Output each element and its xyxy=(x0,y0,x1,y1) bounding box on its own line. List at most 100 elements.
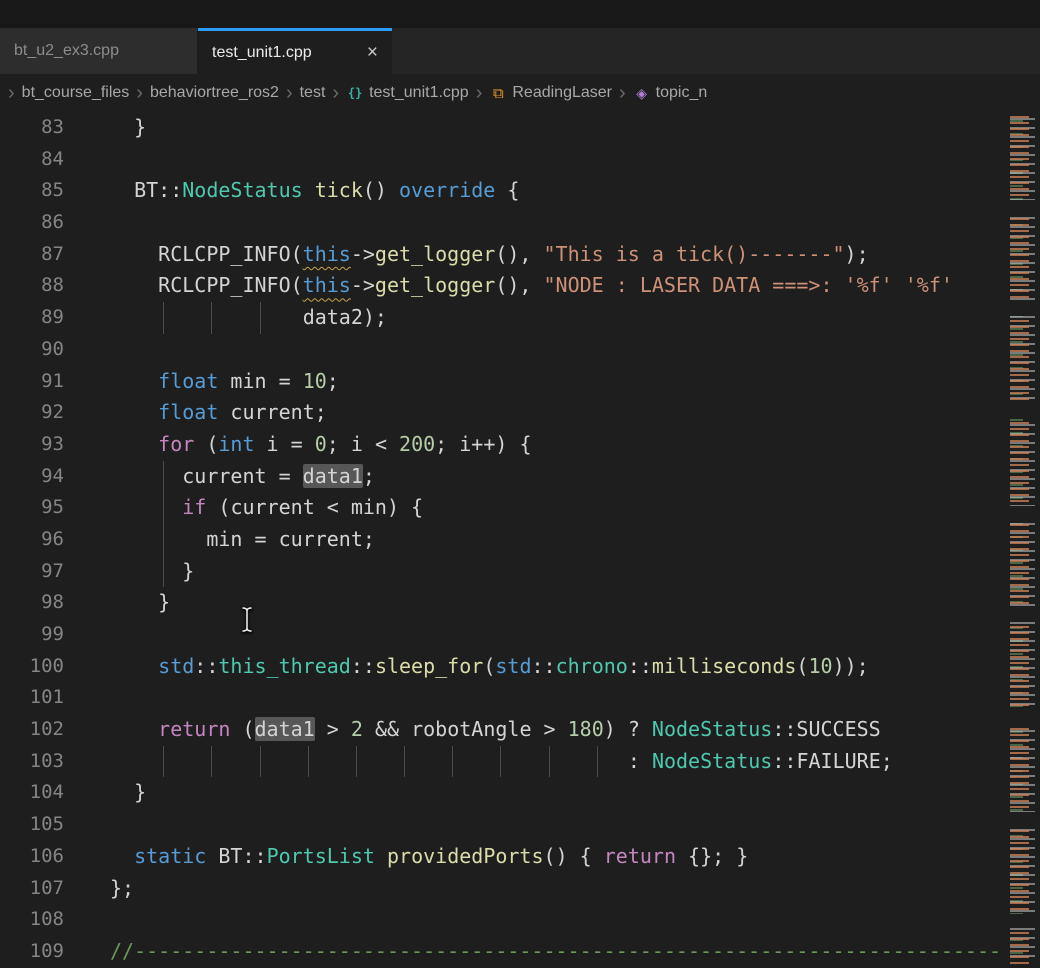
breadcrumb-item[interactable]: test xyxy=(300,84,326,102)
code-line[interactable]: 98 } xyxy=(0,587,1040,619)
breadcrumb-item[interactable]: test_unit1.cpp xyxy=(369,84,469,102)
code-text[interactable]: RCLCPP_INFO(this->get_logger(), "NODE : … xyxy=(64,270,953,302)
code-text[interactable]: } xyxy=(64,112,146,144)
code-token: ; xyxy=(363,464,375,488)
line-number[interactable]: 90 xyxy=(0,334,64,366)
code-text[interactable] xyxy=(64,334,110,366)
code-line[interactable]: 84 xyxy=(0,144,1040,176)
code-line[interactable]: 97 │ } xyxy=(0,556,1040,588)
code-line[interactable]: 93 for (int i = 0; i < 200; i++) { xyxy=(0,429,1040,461)
code-token: PortsList xyxy=(267,844,375,868)
code-text[interactable] xyxy=(64,682,110,714)
code-text[interactable] xyxy=(64,904,110,936)
code-token: milliseconds xyxy=(652,654,797,678)
code-text[interactable]: │ if (current < min) { xyxy=(64,492,423,524)
code-line[interactable]: 88 RCLCPP_INFO(this->get_logger(), "NODE… xyxy=(0,270,1040,302)
line-number[interactable]: 99 xyxy=(0,619,64,651)
line-number[interactable]: 98 xyxy=(0,587,64,619)
line-number[interactable]: 108 xyxy=(0,904,64,936)
line-number[interactable]: 104 xyxy=(0,777,64,809)
tab-test_unit1-cpp[interactable]: test_unit1.cpp × xyxy=(198,28,392,74)
code-token: > xyxy=(315,717,351,741)
close-icon[interactable]: × xyxy=(367,43,378,62)
code-line[interactable]: 103 │ │ │ │ │ │ │ │ │ │ : NodeStatus::FA… xyxy=(0,746,1040,778)
code-text[interactable]: for (int i = 0; i < 200; i++) { xyxy=(64,429,531,461)
line-number[interactable]: 84 xyxy=(0,144,64,176)
line-number[interactable]: 86 xyxy=(0,207,64,239)
code-line[interactable]: 90 xyxy=(0,334,1040,366)
line-number[interactable]: 88 xyxy=(0,270,64,302)
code-text[interactable]: } xyxy=(64,587,170,619)
code-text[interactable] xyxy=(64,144,110,176)
code-text[interactable]: static BT::PortsList providedPorts() { r… xyxy=(64,841,748,873)
line-number[interactable]: 85 xyxy=(0,175,64,207)
code-text[interactable]: RCLCPP_INFO(this->get_logger(), "This is… xyxy=(64,239,869,271)
code-line[interactable]: 106 static BT::PortsList providedPorts()… xyxy=(0,841,1040,873)
line-number[interactable]: 91 xyxy=(0,366,64,398)
code-line[interactable]: 108 xyxy=(0,904,1040,936)
line-number[interactable]: 105 xyxy=(0,809,64,841)
code-token xyxy=(267,749,303,773)
line-number[interactable]: 97 xyxy=(0,556,64,588)
tab-bar: bt_u2_ex3.cpp test_unit1.cpp × xyxy=(0,28,1040,74)
code-text[interactable] xyxy=(64,619,110,651)
code-text[interactable]: } xyxy=(64,777,146,809)
code-line[interactable]: 105 xyxy=(0,809,1040,841)
code-text[interactable]: std::this_thread::sleep_for(std::chrono:… xyxy=(64,651,869,683)
breadcrumb-item[interactable]: topic_n xyxy=(656,84,708,102)
code-line[interactable]: 109//-----------------------------------… xyxy=(0,936,1040,968)
code-line[interactable]: 91 float min = 10; xyxy=(0,366,1040,398)
line-number[interactable]: 93 xyxy=(0,429,64,461)
breadcrumb-item[interactable]: bt_course_files xyxy=(22,84,130,102)
line-number[interactable]: 92 xyxy=(0,397,64,429)
code-text[interactable]: │ } xyxy=(64,556,194,588)
cpp-file-icon xyxy=(346,84,364,102)
line-number[interactable]: 103 xyxy=(0,746,64,778)
code-line[interactable]: 96 │ min = current; xyxy=(0,524,1040,556)
code-line[interactable]: 83 } xyxy=(0,112,1040,144)
tab-bt_u2_ex3-cpp[interactable]: bt_u2_ex3.cpp xyxy=(0,28,198,74)
line-number[interactable]: 94 xyxy=(0,461,64,493)
line-number[interactable]: 96 xyxy=(0,524,64,556)
code-line[interactable]: 104 } xyxy=(0,777,1040,809)
code-text[interactable]: }; xyxy=(64,873,134,905)
code-line[interactable]: 100 std::this_thread::sleep_for(std::chr… xyxy=(0,651,1040,683)
code-line[interactable]: 102 return (data1 > 2 && robotAngle > 18… xyxy=(0,714,1040,746)
code-line[interactable]: 92 float current; xyxy=(0,397,1040,429)
code-text[interactable]: │ │ │ │ │ │ │ │ │ │ : NodeStatus::FAILUR… xyxy=(64,746,893,778)
line-number[interactable]: 107 xyxy=(0,873,64,905)
minimap[interactable] xyxy=(1008,112,1040,968)
code-token: (current < min) { xyxy=(206,495,423,519)
code-line[interactable]: 95 │ if (current < min) { xyxy=(0,492,1040,524)
code-line[interactable]: 89 │ │ │ data2); xyxy=(0,302,1040,334)
code-token: │ xyxy=(206,302,218,334)
line-number[interactable]: 109 xyxy=(0,936,64,968)
code-line[interactable]: 99 xyxy=(0,619,1040,651)
line-number[interactable]: 106 xyxy=(0,841,64,873)
line-number[interactable]: 87 xyxy=(0,239,64,271)
line-number[interactable]: 83 xyxy=(0,112,64,144)
code-line[interactable]: 101 xyxy=(0,682,1040,714)
code-line[interactable]: 87 RCLCPP_INFO(this->get_logger(), "This… xyxy=(0,239,1040,271)
code-text[interactable]: return (data1 > 2 && robotAngle > 180) ?… xyxy=(64,714,881,746)
code-line[interactable]: 85 BT::NodeStatus tick() override { xyxy=(0,175,1040,207)
code-text[interactable]: BT::NodeStatus tick() override { xyxy=(64,175,519,207)
code-line[interactable]: 107}; xyxy=(0,873,1040,905)
code-text[interactable]: │ min = current; xyxy=(64,524,375,556)
line-number[interactable]: 95 xyxy=(0,492,64,524)
code-text[interactable]: │ │ │ data2); xyxy=(64,302,387,334)
line-number[interactable]: 101 xyxy=(0,682,64,714)
code-text[interactable]: float min = 10; xyxy=(64,366,339,398)
code-text[interactable]: //--------------------------------------… xyxy=(64,936,1001,968)
code-text[interactable]: float current; xyxy=(64,397,327,429)
code-line[interactable]: 86 xyxy=(0,207,1040,239)
code-text[interactable] xyxy=(64,809,110,841)
breadcrumb-item[interactable]: ReadingLaser xyxy=(512,84,612,102)
line-number[interactable]: 89 xyxy=(0,302,64,334)
code-line[interactable]: 94 │ current = data1; xyxy=(0,461,1040,493)
code-text[interactable] xyxy=(64,207,110,239)
code-text[interactable]: │ current = data1; xyxy=(64,461,375,493)
line-number[interactable]: 102 xyxy=(0,714,64,746)
breadcrumb-item[interactable]: behaviortree_ros2 xyxy=(150,84,279,102)
line-number[interactable]: 100 xyxy=(0,651,64,683)
